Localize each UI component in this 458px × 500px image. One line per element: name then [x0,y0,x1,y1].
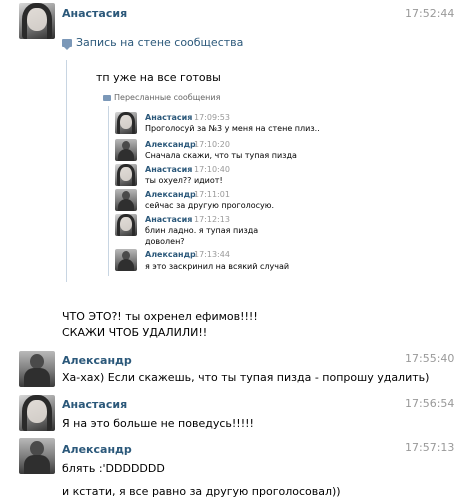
forwarded-messages-header: Пересланные сообщения [103,93,220,102]
forward-icon [103,94,111,101]
fwd-time: 17:10:40 [194,165,230,174]
sender-name[interactable]: Анастасия [62,7,127,20]
fwd-sender-name[interactable]: Александр [145,140,196,149]
message-time: 17:52:44 [405,7,455,20]
fwd-time: 17:12:13 [194,215,230,224]
wall-post-link[interactable]: Запись на стене сообщества [62,36,243,50]
quote-line [66,60,67,282]
fwd-time: 17:13:44 [194,250,230,259]
avatar-aleksandr[interactable] [115,139,137,161]
fwd-sender-name[interactable]: Александр [145,250,196,259]
fwd-sender-name[interactable]: Александр [145,190,196,199]
message-text: Ха-хах) Если скажешь, что ты тупая пизда… [62,371,430,384]
forward-quote-line [108,106,109,276]
fwd-sender-name[interactable]: Анастасия [145,215,192,224]
fwd-text: блин ладно. я тупая пизда [145,226,259,235]
avatar-anastasia[interactable] [115,112,137,134]
wall-post-label[interactable]: Запись на стене сообщества [76,36,243,49]
fwd-text: Сначала скажи, что ты тупая пизда [145,151,297,160]
avatar-aleksandr[interactable] [19,351,55,387]
message-text: блять :'DDDDDDD [62,462,165,475]
fwd-time: 17:10:20 [194,140,230,149]
forwarded-label: Пересланные сообщения [114,93,221,102]
message-text: ЧТО ЭТО?! ты охренел ефимов!!!! [62,310,258,323]
avatar-anastasia[interactable] [19,395,55,431]
avatar-anastasia[interactable] [115,164,137,186]
fwd-time: 17:11:01 [194,190,230,199]
fwd-sender-name[interactable]: Анастасия [145,165,192,174]
fwd-text: Проголосуй за №3 у меня на стене плиз.. [145,124,320,133]
sender-name[interactable]: Анастасия [62,398,127,411]
message-time: 17:57:13 [405,441,455,454]
message-text: и кстати, я все равно за другую проголос… [62,485,341,498]
avatar-anastasia[interactable] [19,3,55,39]
fwd-text: ты охуел?? идиот! [145,176,223,185]
message-text: СКАЖИ ЧТОБ УДАЛИЛИ!! [62,326,208,339]
fwd-text: сейчас за другую проголосую. [145,201,275,210]
comment-icon [62,38,72,50]
avatar-aleksandr[interactable] [115,189,137,211]
sender-name[interactable]: Александр [62,354,132,367]
message-time: 17:56:54 [405,397,455,410]
sender-name[interactable]: Александр [62,443,132,456]
fwd-sender-name[interactable]: Анастасия [145,113,192,122]
avatar-anastasia[interactable] [115,214,137,236]
message-time: 17:55:40 [405,352,455,365]
fwd-text: доволен? [145,237,185,246]
wall-post-text: тп уже на все готовы [96,71,221,84]
avatar-aleksandr[interactable] [19,438,55,474]
avatar-aleksandr[interactable] [115,249,137,271]
message-text: Я на это больше не поведусь!!!!! [62,417,254,430]
fwd-time: 17:09:53 [194,113,230,122]
fwd-text: я это заскринил на всякий случай [145,262,290,271]
